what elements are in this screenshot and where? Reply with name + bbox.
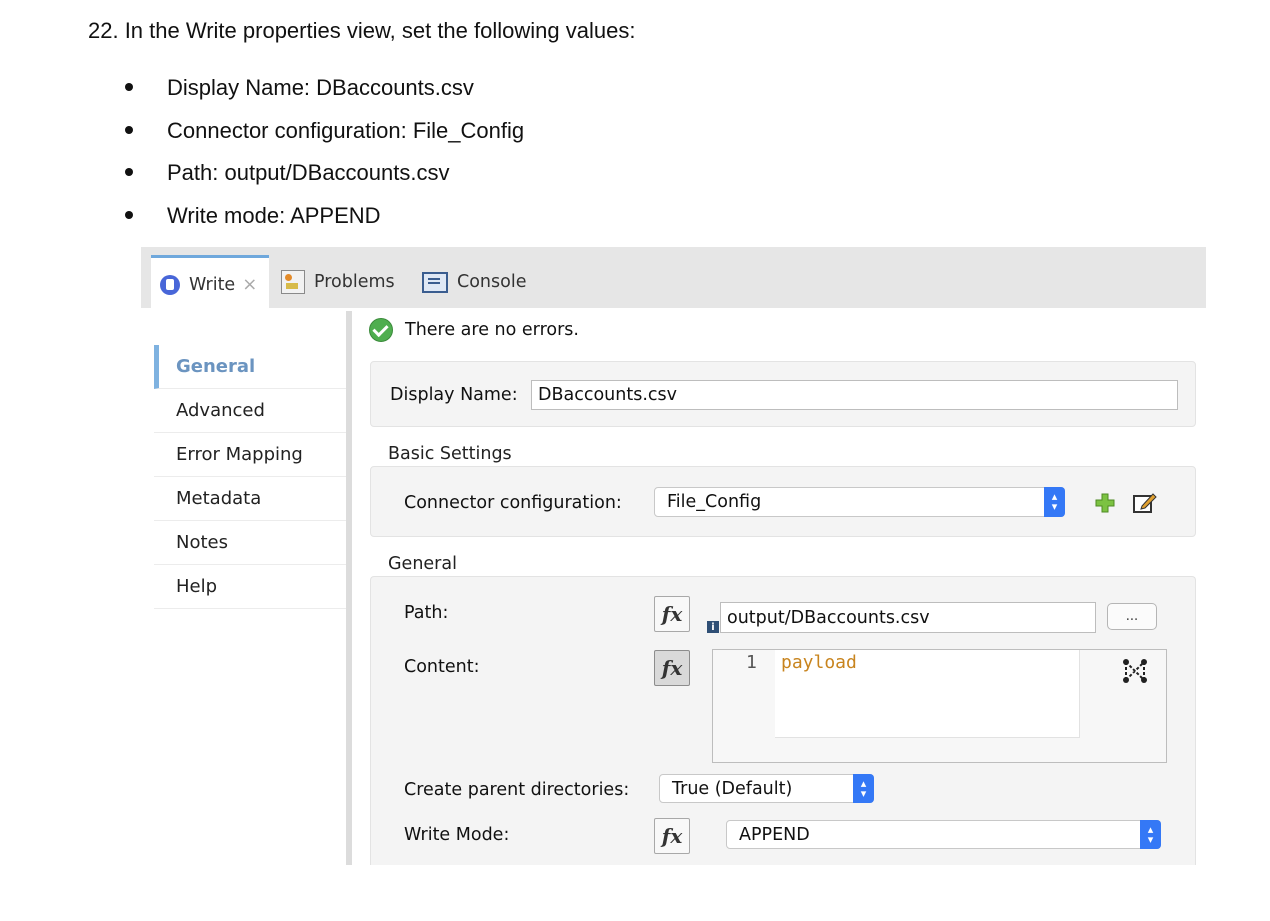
list-item: Write mode: APPEND <box>125 201 524 244</box>
content-fx-button[interactable]: fx <box>654 650 690 686</box>
write-mode-fx-button[interactable]: fx <box>654 818 690 854</box>
list-item: Path: output/DBaccounts.csv <box>125 158 524 201</box>
info-icon: i <box>707 621 719 633</box>
bullet-icon <box>125 125 133 134</box>
general-section-title: General <box>388 554 457 574</box>
sidebar-item-help[interactable]: Help <box>154 565 347 609</box>
tab-bar: Write × Problems Console <box>141 247 1206 311</box>
browse-button[interactable]: ... <box>1107 603 1157 630</box>
check-circle-icon <box>369 318 393 342</box>
edit-config-icon[interactable] <box>1132 491 1158 515</box>
properties-panel-screenshot: Write × Problems Console General Advance… <box>141 247 1206 865</box>
connector-config-select[interactable]: File_Config ▴ ▾ <box>654 487 1065 517</box>
sidebar-item-general[interactable]: General <box>154 345 347 389</box>
bullet-icon <box>125 83 133 91</box>
close-icon[interactable]: × <box>242 274 257 295</box>
chevron-updown-icon: ▴ ▾ <box>1140 820 1161 849</box>
path-fx-button[interactable]: fx <box>654 596 690 632</box>
write-mode-label: Write Mode: <box>404 825 510 845</box>
chevron-updown-icon: ▴ ▾ <box>853 774 874 803</box>
display-name-label: Display Name: <box>390 385 518 405</box>
create-parent-select[interactable]: True (Default) ▴ ▾ <box>659 774 874 803</box>
path-field[interactable]: output/DBaccounts.csv <box>720 602 1096 633</box>
sidebar-item-error-mapping[interactable]: Error Mapping <box>154 433 347 477</box>
bullet-icon <box>125 168 133 176</box>
bullet-icon <box>125 210 133 219</box>
list-item: Display Name: DBaccounts.csv <box>125 73 524 116</box>
connector-config-label: Connector configuration: <box>404 493 622 513</box>
line-number: 1 <box>746 652 757 673</box>
basic-settings-title: Basic Settings <box>388 444 512 464</box>
create-parent-label: Create parent directories: <box>404 780 630 800</box>
tab-console[interactable]: Console <box>422 256 526 308</box>
path-label: Path: <box>404 603 449 623</box>
sidebar-item-advanced[interactable]: Advanced <box>154 389 347 433</box>
status-message: There are no errors. <box>369 318 579 342</box>
write-mode-select[interactable]: APPEND ▴ ▾ <box>726 820 1161 849</box>
sidebar-splitter[interactable] <box>346 311 352 865</box>
sidebar-item-notes[interactable]: Notes <box>154 521 347 565</box>
add-config-icon[interactable] <box>1094 492 1116 514</box>
instruction-list: Display Name: DBaccounts.csv Connector c… <box>125 73 524 243</box>
tab-write[interactable]: Write × <box>151 255 269 311</box>
instruction-heading: 22. In the Write properties view, set th… <box>88 18 636 43</box>
write-operation-icon <box>160 274 180 295</box>
content-label: Content: <box>404 657 480 677</box>
chevron-updown-icon: ▴ ▾ <box>1044 487 1065 517</box>
sidebar-item-metadata[interactable]: Metadata <box>154 477 347 521</box>
code-text: payload <box>781 652 857 673</box>
list-item: Connector configuration: File_Config <box>125 116 524 159</box>
properties-sidebar: General Advanced Error Mapping Metadata … <box>154 345 347 609</box>
transform-graph-icon[interactable] <box>1121 656 1149 686</box>
content-editor[interactable]: 1 payload <box>712 649 1167 763</box>
tab-problems[interactable]: Problems <box>281 256 395 308</box>
display-name-field[interactable]: DBaccounts.csv <box>531 380 1178 410</box>
console-icon <box>422 271 448 293</box>
problems-icon <box>281 270 305 294</box>
